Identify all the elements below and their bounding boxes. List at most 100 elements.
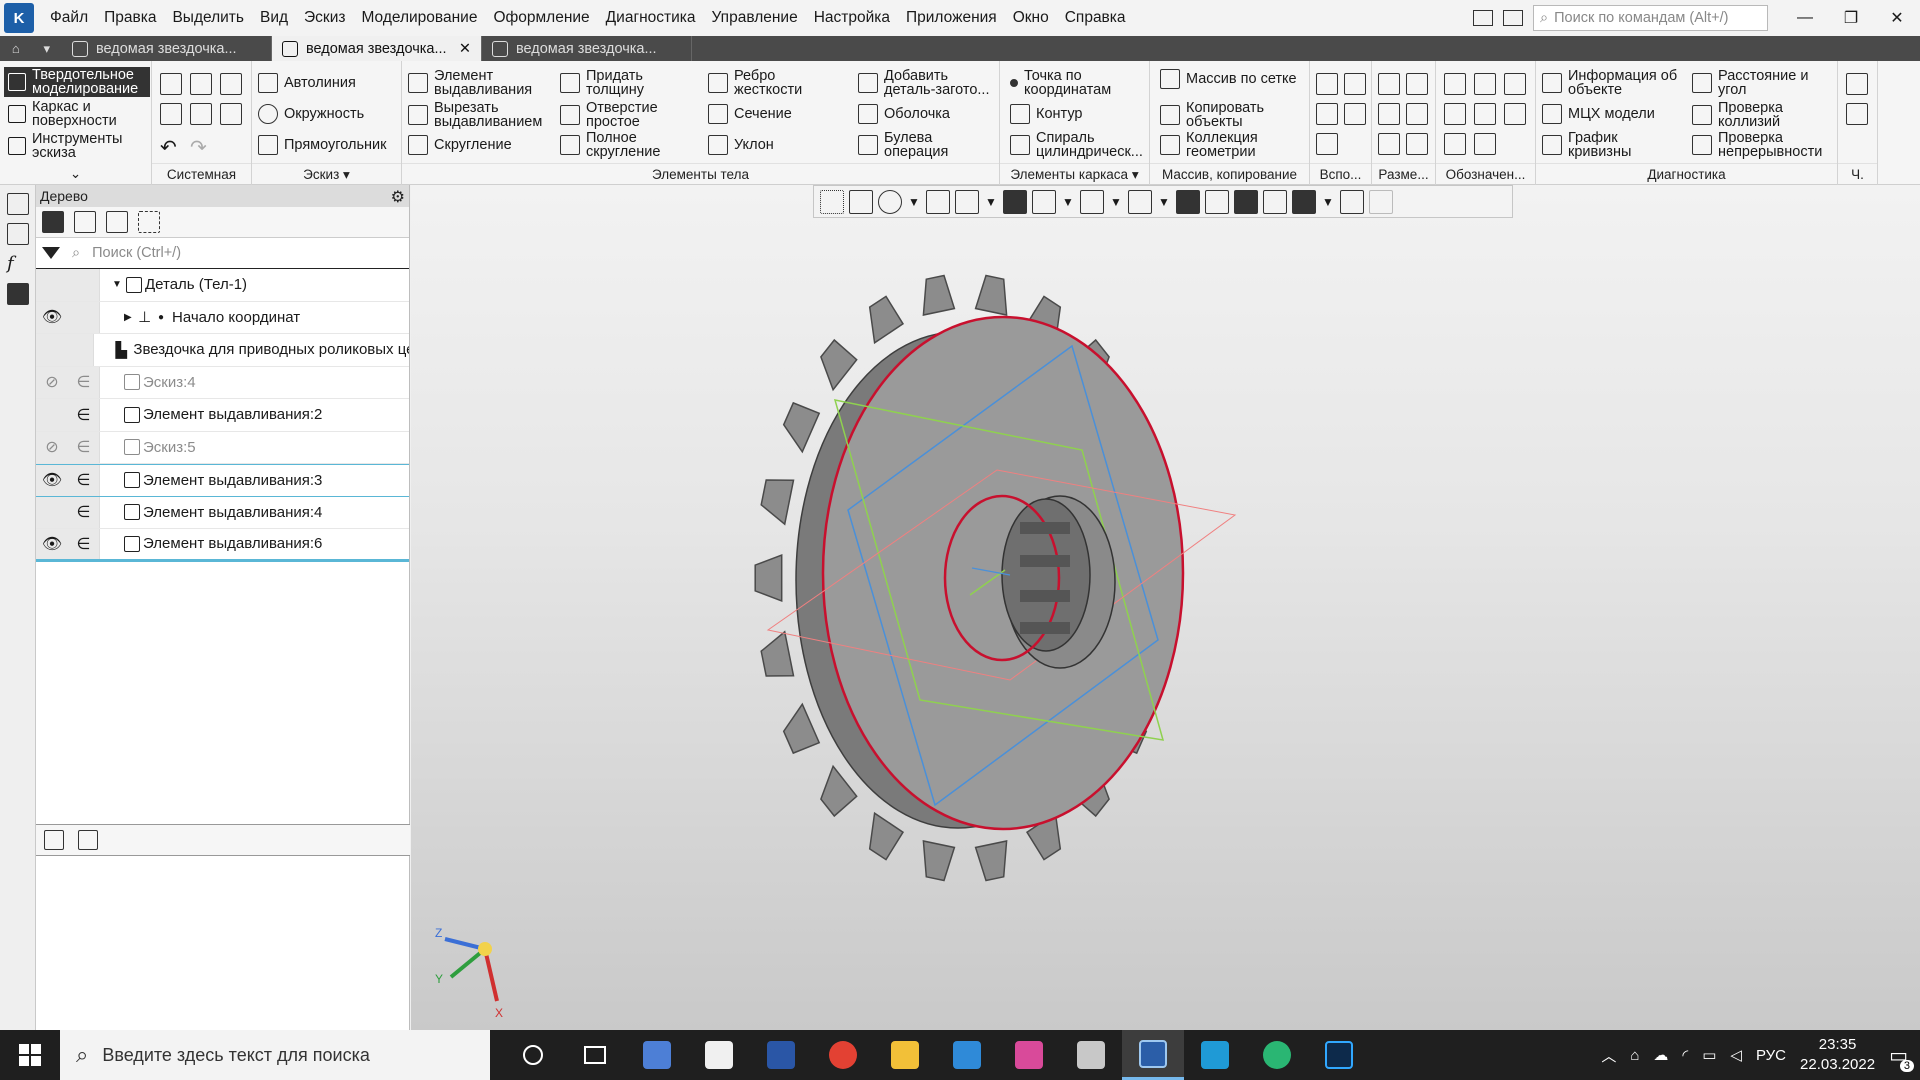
taskbar-app-paint[interactable] [998,1030,1060,1080]
tree-row-sketch-4[interactable]: ⊘ ∈ Эскиз:4 [36,366,409,399]
start-button[interactable] [0,1044,60,1066]
menu-modeling[interactable]: Моделирование [353,0,485,36]
dim-settings-icon[interactable] [1406,133,1428,155]
mass-properties-button[interactable]: МЦХ модели [1542,104,1655,124]
weld-icon[interactable] [1474,133,1496,155]
continuity-check-button[interactable]: Проверка непрерывности [1692,131,1837,159]
eye-hidden-icon[interactable]: ⊘ [36,431,68,463]
layout-icon[interactable] [1473,10,1493,26]
roughness-icon[interactable] [1444,73,1466,95]
mode-solid-modeling[interactable]: Твердотельное моделирование [4,67,150,97]
taskbar-app-bird[interactable] [1060,1030,1122,1080]
mode-wireframe-surfaces[interactable]: Каркас и поверхности [4,99,150,129]
angular-dim-icon[interactable] [1406,73,1428,95]
collision-check-button[interactable]: Проверка коллизий [1692,101,1822,129]
home-button[interactable]: ⌂ ▾ [0,36,62,61]
minimize-icon[interactable]: — [1782,9,1828,27]
notifications-icon[interactable]: ▭ 3 [1889,1043,1914,1072]
geometry-collection-button[interactable]: Коллекция геометрии [1160,131,1300,159]
tree-row-origin[interactable]: 👁 ▶ ⊥ ● Начало координат [36,301,409,334]
taskbar-app-chrome[interactable] [812,1030,874,1080]
offset-plane-icon[interactable] [1316,103,1338,125]
position-icon[interactable] [1504,103,1526,125]
tree-row-extrude-6[interactable]: 👁 ∈ Элемент выдавливания:6 [36,529,409,562]
menu-settings[interactable]: Настройка [806,0,898,36]
relation-icon[interactable]: ∈ [68,366,100,398]
volume-icon[interactable]: ◁ [1730,1046,1742,1064]
chevron-down-icon[interactable]: ▾ [343,167,350,182]
print-icon[interactable] [160,103,182,125]
line-icon[interactable] [1316,133,1338,155]
expand-icon[interactable]: ▶ [124,312,138,323]
menu-edit[interactable]: Правка [96,0,164,36]
tree-search[interactable]: ⌕ Поиск (Ctrl+/) [36,237,409,269]
doc-tab-1[interactable]: ведомая звездочка... [62,36,272,61]
eye-hidden-icon[interactable]: ⊘ [36,366,68,398]
contour-button[interactable]: Контур [1010,104,1082,124]
network-icon[interactable]: ⌂ [1630,1047,1639,1064]
visibility-cell[interactable] [36,269,68,301]
leader-icon[interactable] [1444,103,1466,125]
close-tab-icon[interactable]: ✕ [459,41,471,57]
view-icon[interactable] [1846,73,1868,95]
doc-tab-2[interactable]: ведомая звездочка... ✕ [272,36,482,61]
tree-view-icon[interactable] [44,830,64,850]
taskbar-app-store[interactable] [688,1030,750,1080]
eye-icon[interactable]: 👁 [36,529,68,559]
cut-extrude-button[interactable]: Вырезать выдавливанием [408,101,558,129]
modes-expand-icon[interactable]: ⌄ [0,163,151,185]
tree-select-icon[interactable] [138,211,160,233]
model-viewport[interactable]: ▼ ▼ ▼ ▼ ▼ ▼ Z Y X [411,185,1920,1030]
add-blank-button[interactable]: Добавить деталь-загото... [858,69,998,97]
menu-design[interactable]: Оформление [485,0,597,36]
view-settings-icon[interactable] [1846,103,1868,125]
variables-icon[interactable]: f [7,253,29,275]
doc-tab-3[interactable]: ведомая звездочка... [482,36,692,61]
eye-icon[interactable]: 👁 [36,465,68,496]
chevron-down-icon[interactable]: ▾ [1132,167,1139,182]
menu-file[interactable]: Файл [42,0,96,36]
rib-button[interactable]: Ребро жесткости [708,69,818,97]
curvature-graph-button[interactable]: График кривизны [1542,131,1662,159]
extrude-button[interactable]: Элемент выдавливания [408,69,548,97]
tree-row-extrude-2[interactable]: ∈ Элемент выдавливания:2 [36,399,409,432]
taskbar-app-kompas[interactable] [1122,1030,1184,1080]
menu-diagnostics[interactable]: Диагностика [598,0,704,36]
menu-management[interactable]: Управление [704,0,806,36]
taskbar-app-edge[interactable] [1246,1030,1308,1080]
taskbar-search[interactable]: ⌕ Введите здесь текст для поиска [60,1030,490,1080]
tree-panel-icon[interactable] [7,193,29,215]
settings-panel-icon[interactable] [1503,10,1523,26]
chevron-down-icon[interactable]: ▾ [44,41,51,57]
visibility-cell[interactable] [36,334,65,366]
menu-sketch[interactable]: Эскиз [296,0,353,36]
preview-icon[interactable] [190,103,212,125]
mode-sketch-tools[interactable]: Инструменты эскиза [4,131,150,161]
chevron-up-icon[interactable]: ︿ [1601,1045,1616,1066]
close-icon[interactable]: ✕ [1874,8,1920,28]
undo-icon[interactable]: ↶ [160,135,177,160]
relation-icon[interactable]: ∈ [68,496,100,528]
thread-icon[interactable] [1444,133,1466,155]
radial-dim-icon[interactable] [1378,103,1400,125]
visibility-cell[interactable] [36,496,68,528]
wifi-icon[interactable]: ◜ [1682,1046,1688,1064]
auto-dim-icon[interactable] [1378,133,1400,155]
autoline-button[interactable]: Автолиния [258,73,356,93]
open-icon[interactable] [190,73,212,95]
copy-objects-button[interactable]: Копировать объекты [1160,101,1300,129]
rectangle-button[interactable]: Прямоугольник [258,135,386,155]
tree-structure-icon[interactable] [42,211,64,233]
eye-icon[interactable]: 👁 [36,301,68,333]
point-by-coords-button[interactable]: Точка по координатам [1010,69,1146,97]
language-indicator[interactable]: РУС [1756,1047,1786,1064]
clock[interactable]: 23:35 22.03.2022 [1800,1035,1875,1075]
helix-button[interactable]: Спираль цилиндрическ... [1010,131,1146,159]
menu-applications[interactable]: Приложения [898,0,1005,36]
object-info-button[interactable]: Информация об объекте [1542,69,1682,97]
gear-icon[interactable]: ⚙ [391,187,405,207]
kompas-app-icon[interactable]: K [4,3,34,33]
tree-row-part[interactable]: ▼ Деталь (Тел-1) [36,269,409,302]
tree-row-sketch-5[interactable]: ⊘ ∈ Эскиз:5 [36,431,409,464]
new-document-icon[interactable] [160,73,182,95]
